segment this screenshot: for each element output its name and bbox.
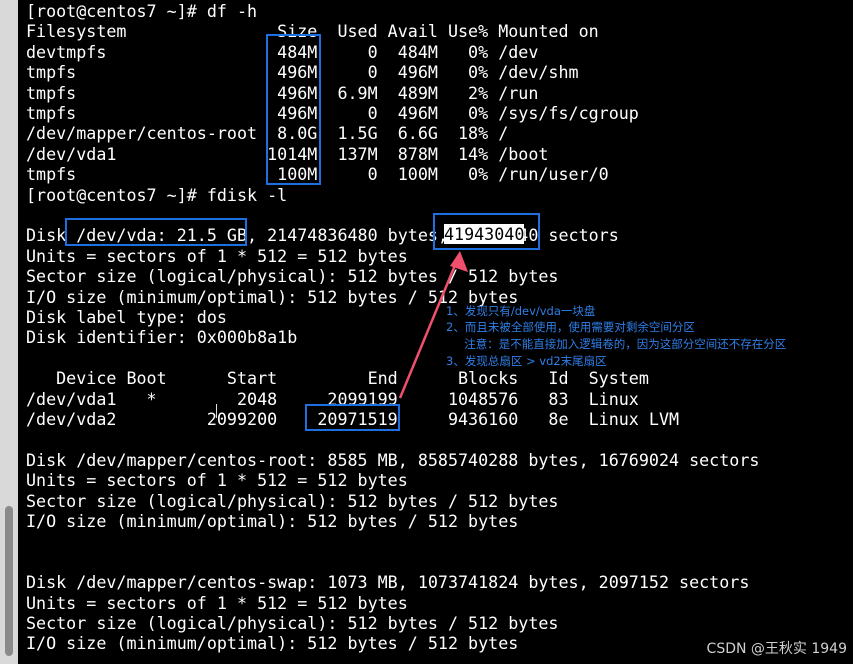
arrow-annotation	[398, 251, 468, 399]
annotation-note: 3、发现总扇区 > vd2末尾扇区	[446, 354, 607, 368]
annotation-note: 2、而且未被全部使用，使用需要对剩余空间分区	[446, 320, 695, 334]
watermark: CSDN @王秋实 1949	[706, 641, 847, 657]
annotation-note: 注意：是不能直接加入逻辑卷的，因为这部分空间还不存在分区	[446, 337, 787, 351]
scrollbar[interactable]	[0, 0, 18, 664]
scrollbar-thumb[interactable]	[5, 506, 13, 656]
annotation-note: 1、发现只有/dev/vda一块盘	[446, 304, 596, 318]
terminal-window[interactable]: [root@centos7 ~]# df -h Filesystem Size U…	[18, 0, 853, 664]
